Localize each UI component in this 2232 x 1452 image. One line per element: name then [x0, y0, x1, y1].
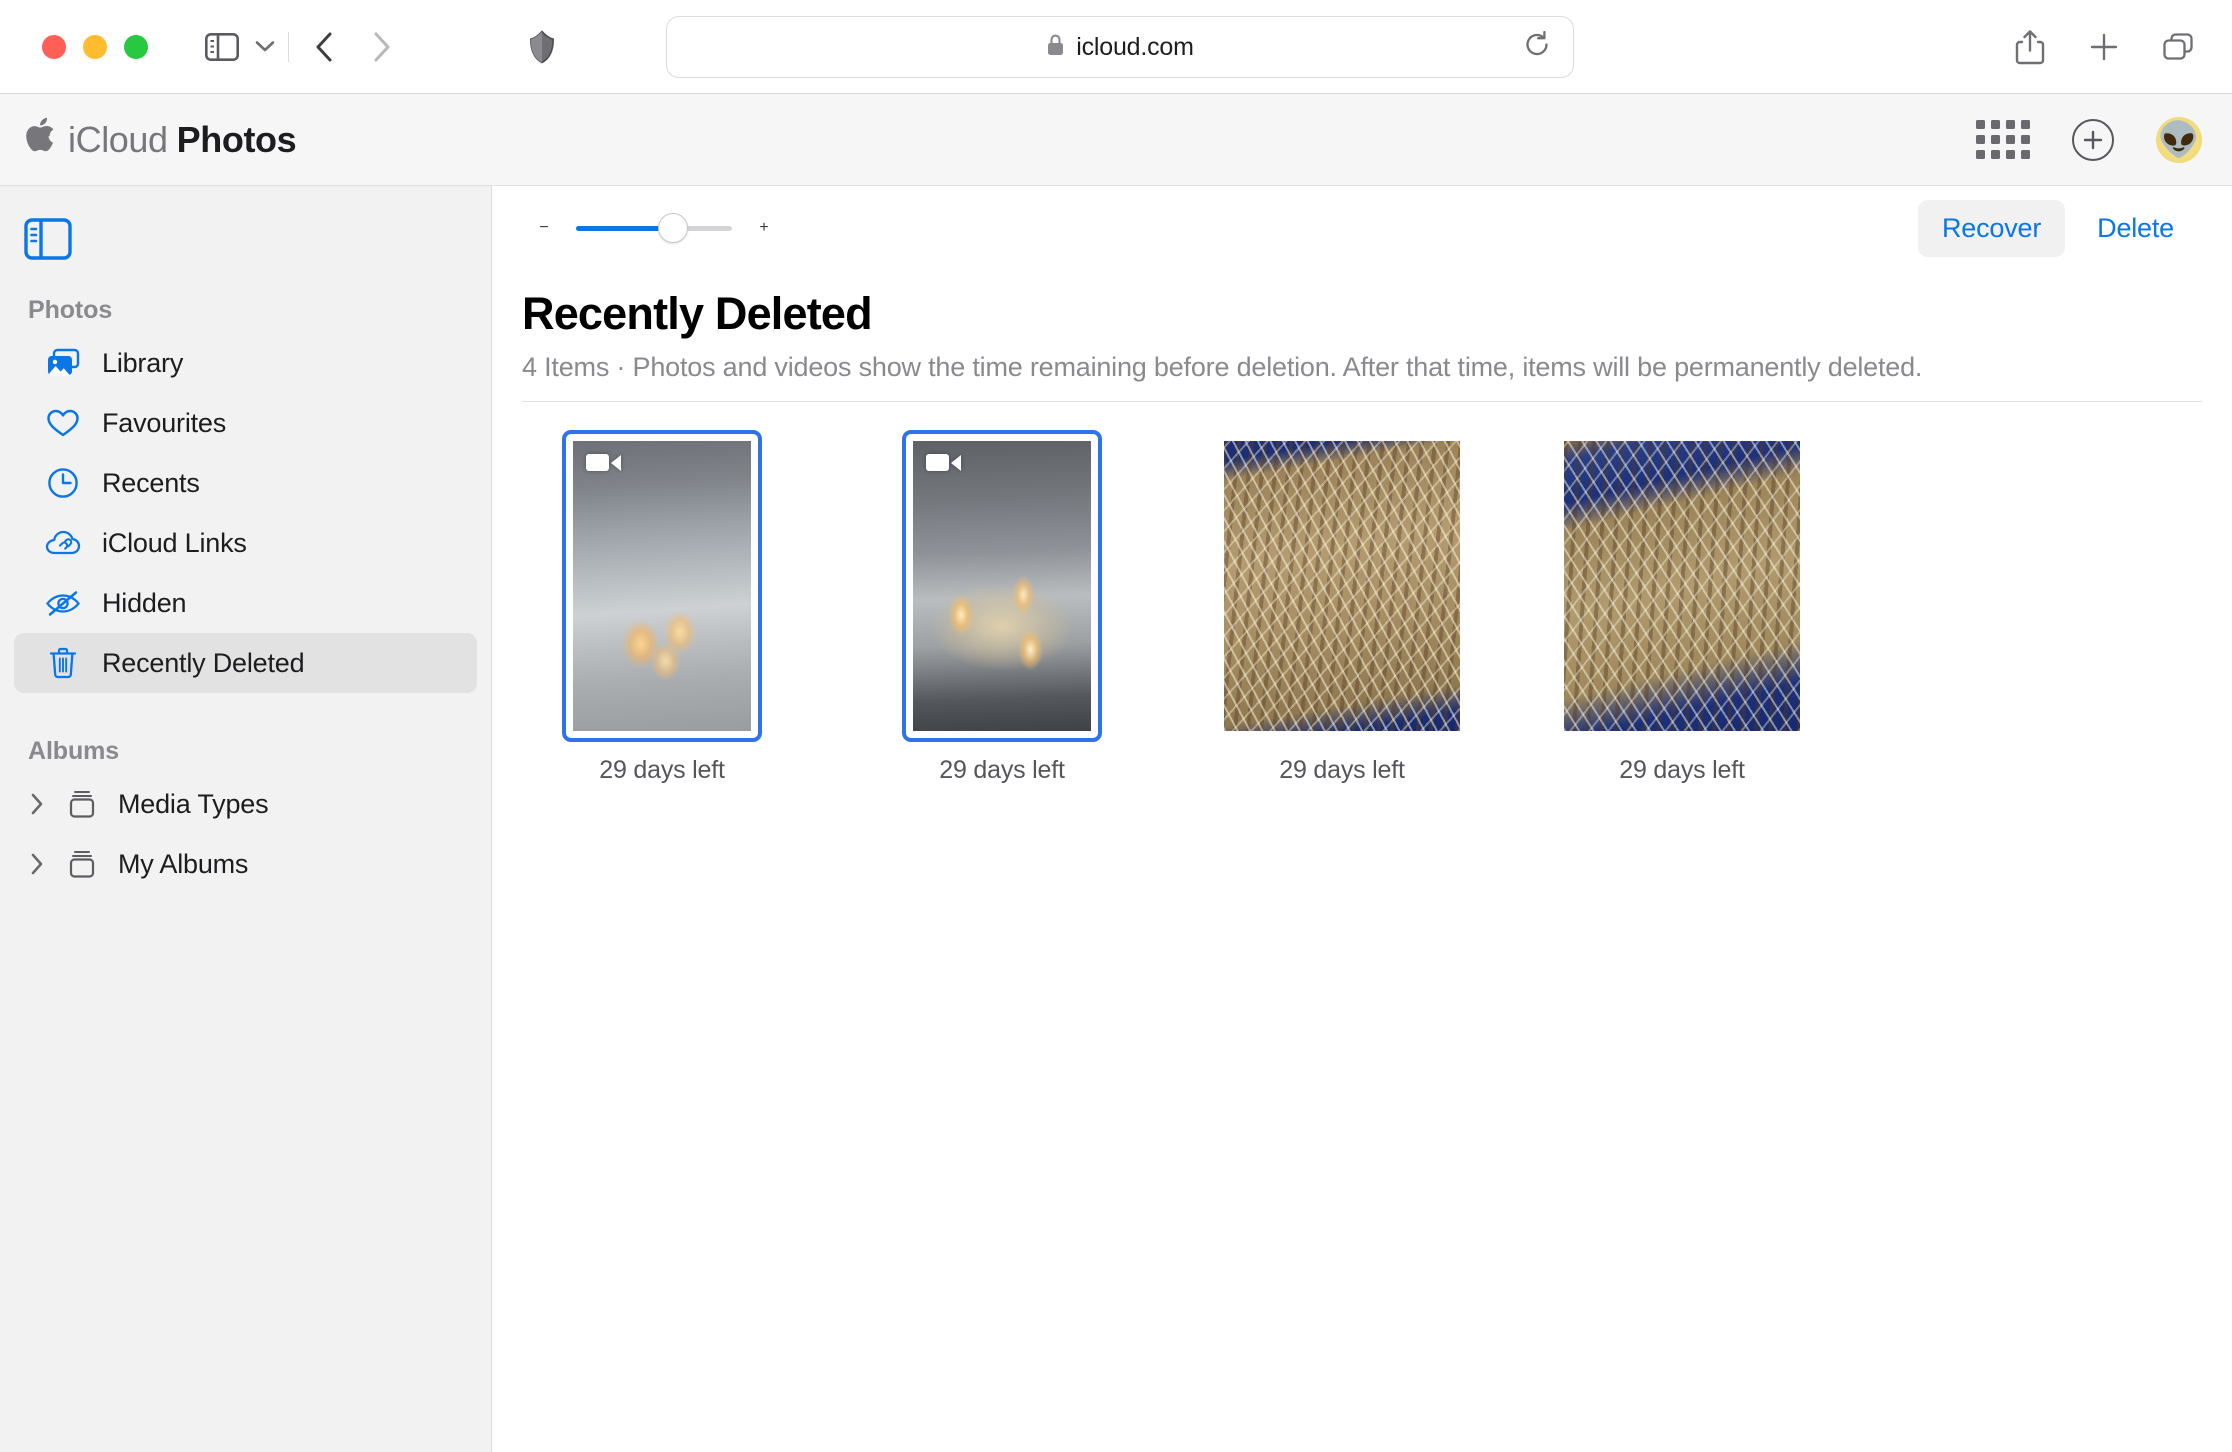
app-body: Photos Library Favourites Recents iCloud… [0, 186, 2232, 1452]
close-window-button[interactable] [42, 34, 66, 59]
brand-title: iCloud Photos [68, 118, 297, 161]
app-header-actions: 👽 [1976, 116, 2202, 163]
zoom-out-button[interactable]: − [530, 219, 558, 237]
photo-thumbnail-frame[interactable] [1213, 430, 1471, 742]
sidebar-item-label: iCloud Links [102, 527, 247, 558]
sidebar-item-media-types[interactable]: Media Types [14, 774, 477, 834]
photo-thumbnail-frame[interactable] [1553, 430, 1811, 742]
content-header: Recently Deleted 4 Items · Photos and vi… [492, 270, 2232, 383]
browser-right-tools [2004, 21, 2204, 73]
apple-logo-icon [24, 116, 56, 159]
chevron-right-icon[interactable] [14, 792, 60, 816]
app-header: iCloud Photos 👽 [0, 94, 2232, 186]
photo-caption: 29 days left [939, 756, 1065, 784]
video-badge-icon [926, 454, 961, 471]
sidebar-item-favourites[interactable]: Favourites [14, 393, 477, 453]
thumbnail-size-control: − + [530, 213, 778, 243]
sidebar-item-label: Hidden [102, 587, 187, 618]
recover-button[interactable]: Recover [1918, 199, 2066, 257]
address-bar[interactable]: icloud.com [666, 16, 1574, 78]
reload-icon[interactable] [1523, 30, 1551, 64]
clock-icon [44, 464, 82, 502]
icloud-photos-brand[interactable]: iCloud Photos [24, 116, 297, 161]
sidebar-toggle-row [0, 186, 491, 286]
photo-thumbnail[interactable] [1564, 441, 1800, 731]
photo-caption: 29 days left [599, 756, 725, 784]
back-arrow-icon[interactable] [295, 21, 353, 73]
sidebar-item-recents[interactable]: Recents [14, 453, 477, 513]
photo-thumbnail-frame[interactable] [902, 430, 1102, 742]
brand-photos-text: Photos [176, 118, 297, 160]
photo-thumbnail[interactable] [913, 441, 1091, 731]
trash-icon [44, 644, 82, 682]
page-subtitle: 4 Items · Photos and videos show the tim… [522, 352, 1923, 382]
main-content: − + Recover Delete Recently Deleted 4 It… [492, 186, 2232, 1452]
photo-cell[interactable]: 29 days left [492, 420, 832, 785]
delete-button[interactable]: Delete [2073, 200, 2198, 257]
share-icon[interactable] [2004, 21, 2056, 73]
album-stack-icon [60, 848, 104, 880]
photo-thumbnail[interactable] [573, 441, 751, 731]
page-title: Recently Deleted [522, 288, 873, 339]
photo-cell[interactable]: 29 days left [1172, 420, 1512, 785]
slider-thumb[interactable] [657, 213, 688, 243]
user-avatar[interactable]: 👽 [2156, 116, 2202, 163]
selection-actions: Recover Delete [1918, 199, 2198, 257]
address-bar-content: icloud.com [1046, 33, 1194, 62]
zoom-in-button[interactable]: + [750, 219, 778, 237]
photo-thumbnail-frame[interactable] [562, 430, 762, 742]
tab-overview-icon[interactable] [2152, 21, 2204, 73]
sidebar-collapse-icon[interactable] [24, 214, 80, 264]
photo-cell[interactable]: 29 days left [832, 420, 1172, 785]
photo-cell[interactable]: 29 days left [1512, 420, 1852, 785]
sidebar-item-label: Recently Deleted [102, 647, 305, 678]
photo-caption: 29 days left [1279, 756, 1405, 784]
sidebar-item-icloud-links[interactable]: iCloud Links [14, 513, 477, 573]
forward-arrow-icon[interactable] [353, 21, 411, 73]
sidebar-item-hidden[interactable]: Hidden [14, 573, 477, 633]
album-stack-icon [60, 788, 104, 820]
add-photos-plus-circle-icon[interactable] [2072, 118, 2114, 161]
sidebar: Photos Library Favourites Recents iCloud… [0, 186, 492, 1452]
sidebar-section-photos-title: Photos [28, 296, 113, 324]
browser-nav-controls [196, 21, 411, 73]
window-traffic-lights [42, 34, 148, 59]
new-tab-plus-icon[interactable] [2078, 21, 2130, 73]
app-grid-icon[interactable] [1976, 120, 2030, 159]
photo-thumbnail[interactable] [1224, 441, 1460, 731]
minimize-window-button[interactable] [83, 34, 107, 59]
sidebar-item-label: Media Types [118, 788, 269, 819]
chevron-right-icon[interactable] [14, 852, 60, 876]
sidebar-section-albums-title: Albums [28, 737, 120, 765]
sidebar-toggle-icon[interactable] [196, 21, 248, 73]
photo-grid: 29 days left 29 days left 29 days left 2… [492, 402, 2232, 785]
chevron-down-icon[interactable] [248, 21, 282, 73]
sidebar-item-label: Favourites [102, 407, 227, 438]
heart-icon [44, 404, 82, 442]
avatar-emoji: 👽 [2157, 120, 2201, 159]
toolbar-divider [288, 31, 289, 62]
brand-icloud-text: iCloud [68, 118, 168, 160]
browser-toolbar: icloud.com [0, 0, 2232, 94]
sidebar-item-my-albums[interactable]: My Albums [14, 834, 477, 894]
photo-caption: 29 days left [1619, 756, 1745, 784]
lock-icon [1046, 33, 1065, 62]
privacy-shield-icon[interactable] [529, 29, 555, 64]
content-toolbar: − + Recover Delete [492, 186, 2232, 270]
video-badge-icon [586, 454, 621, 471]
sidebar-item-label: My Albums [118, 848, 249, 879]
eye-slash-icon [44, 584, 82, 622]
sidebar-item-recently-deleted[interactable]: Recently Deleted [14, 633, 477, 693]
cloud-link-icon [44, 524, 82, 562]
sidebar-item-label: Recents [102, 467, 200, 498]
maximize-window-button[interactable] [124, 34, 148, 59]
url-text: icloud.com [1076, 32, 1194, 61]
sidebar-item-library[interactable]: Library [14, 333, 477, 393]
thumbnail-size-slider[interactable] [576, 213, 732, 243]
sidebar-item-label: Library [102, 347, 184, 378]
photos-library-icon [44, 344, 82, 382]
